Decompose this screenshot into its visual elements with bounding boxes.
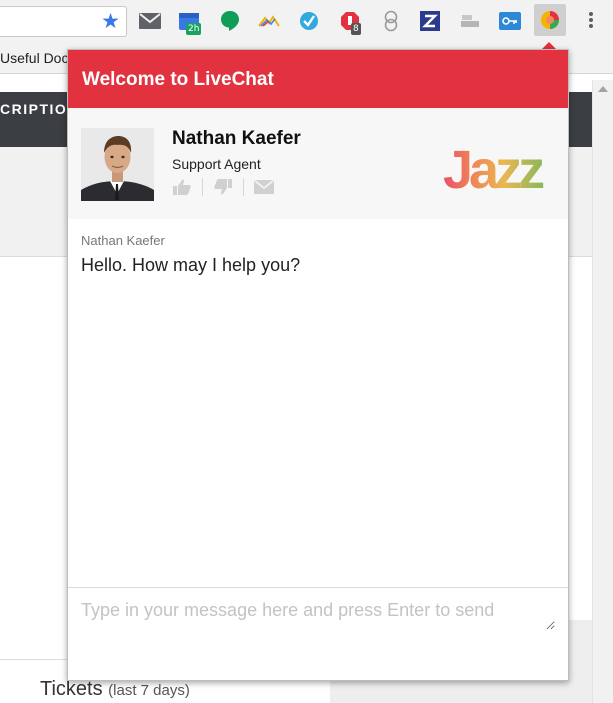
livechat-title: Welcome to LiveChat bbox=[82, 69, 274, 90]
bookmark-item[interactable]: Useful Doc bbox=[0, 50, 68, 66]
agent-name: Nathan Kaefer bbox=[172, 128, 301, 149]
livechat-extension-button[interactable] bbox=[534, 4, 566, 36]
message-author: Nathan Kaefer bbox=[81, 233, 165, 248]
scroll-up-arrow-icon[interactable] bbox=[598, 86, 608, 92]
agent-actions bbox=[172, 177, 274, 197]
tickets-subtitle: (last 7 days) bbox=[108, 682, 190, 699]
stapler-extension-icon[interactable] bbox=[459, 10, 481, 32]
logo-text: Jazz bbox=[443, 140, 544, 196]
livechat-header: Welcome to LiveChat bbox=[68, 50, 568, 108]
adblock-badge: 8 bbox=[351, 23, 361, 35]
agent-panel: Nathan Kaefer Support Agent Jazz bbox=[68, 108, 568, 219]
company-logo: Jazz bbox=[443, 134, 555, 200]
adblock-hand-icon[interactable]: 8 bbox=[339, 10, 361, 35]
bookmark-star-icon[interactable]: ★ bbox=[101, 10, 120, 34]
address-bar[interactable]: ★ bbox=[0, 6, 127, 37]
hangouts-extension-icon[interactable] bbox=[219, 10, 241, 32]
browser-toolbar: ★ 2h 8 bbox=[0, 0, 613, 44]
agent-avatar bbox=[81, 128, 154, 201]
action-divider bbox=[202, 178, 203, 196]
browser-menu-icon[interactable] bbox=[585, 12, 597, 32]
checkmark-extension-icon[interactable] bbox=[298, 10, 320, 32]
page-nav-text: CRIPTIO bbox=[0, 101, 68, 117]
action-divider bbox=[243, 178, 244, 196]
lens-extension-icon[interactable] bbox=[380, 10, 402, 32]
agent-role: Support Agent bbox=[172, 156, 261, 172]
calendar-badge: 2h bbox=[186, 23, 202, 35]
email-transcript-icon[interactable] bbox=[254, 178, 274, 196]
livechat-popup: Welcome to LiveChat Nathan Kaefer Suppor… bbox=[67, 49, 569, 681]
popup-pointer bbox=[542, 42, 556, 49]
thumbs-up-icon[interactable] bbox=[172, 178, 192, 196]
message-composer bbox=[68, 587, 568, 680]
tickets-title: Tickets bbox=[40, 678, 103, 700]
z-extension-icon[interactable] bbox=[419, 10, 441, 32]
calendar-extension-icon[interactable]: 2h bbox=[178, 10, 202, 35]
page-scrollbar[interactable] bbox=[592, 80, 613, 703]
chat-messages: Nathan Kaefer Hello. How may I help you? bbox=[68, 219, 568, 587]
tickets-heading: Tickets (last 7 days) bbox=[40, 678, 190, 701]
message-text: Hello. How may I help you? bbox=[81, 255, 301, 275]
thumbs-down-icon[interactable] bbox=[213, 178, 233, 196]
gmail-extension-icon[interactable] bbox=[139, 10, 161, 32]
livechat-icon bbox=[541, 11, 559, 29]
message-input[interactable] bbox=[81, 600, 555, 630]
rainbow-arc-extension-icon[interactable] bbox=[258, 10, 280, 32]
jazz-logo-icon: Jazz bbox=[443, 140, 548, 200]
key-extension-icon[interactable] bbox=[499, 10, 521, 32]
